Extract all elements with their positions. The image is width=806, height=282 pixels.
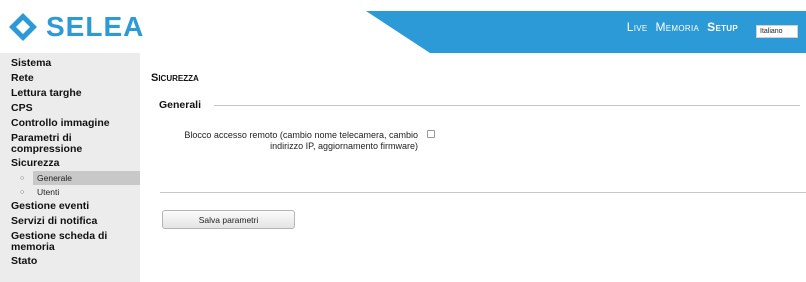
sidebar-item-cps[interactable]: CPS — [0, 101, 140, 116]
nav-memoria[interactable]: Memoria — [656, 20, 700, 34]
page-title: Sicurezza — [151, 72, 199, 84]
top-nav: Live Memoria Setup — [627, 20, 738, 34]
logo[interactable]: SELEA — [8, 10, 144, 44]
sidebar-item-rete[interactable]: Rete — [0, 71, 140, 86]
sidebar-item-sicurezza[interactable]: Sicurezza — [0, 156, 140, 171]
logo-text: SELEA — [46, 11, 145, 42]
sidebar-subitem-utenti[interactable]: ○ Utenti — [0, 185, 140, 199]
sidebar-item-parametri-compressione[interactable]: Parametri di compressione — [0, 131, 115, 156]
sidebar: Sistema Rete Lettura targhe CPS Controll… — [0, 53, 140, 282]
selea-diamond-logo-icon — [9, 13, 37, 41]
separator — [160, 192, 806, 193]
nav-setup[interactable]: Setup — [707, 20, 738, 34]
fieldset-divider — [214, 105, 800, 106]
language-select[interactable]: Italiano — [756, 25, 798, 38]
header: SELEA Live Memoria Setup Italiano — [0, 0, 806, 53]
sidebar-item-gestione-scheda-memoria[interactable]: Gestione scheda di memoria — [0, 229, 115, 254]
sidebar-item-controllo-immagine[interactable]: Controllo immagine — [0, 116, 140, 131]
header-band — [366, 11, 806, 53]
sidebar-subitem-label: Utenti — [37, 187, 60, 197]
main-content: Sicurezza Generali Blocco accesso remoto… — [148, 53, 806, 282]
sidebar-subitem-generale[interactable]: ○ Generale — [0, 171, 140, 185]
remote-lock-label: Blocco accesso remoto (cambio nome telec… — [184, 130, 418, 151]
bullet-icon: ○ — [20, 174, 25, 182]
sidebar-item-servizi-notifica[interactable]: Servizi di notifica — [0, 214, 140, 229]
sidebar-item-gestione-eventi[interactable]: Gestione eventi — [0, 199, 140, 214]
save-button[interactable]: Salva parametri — [162, 210, 295, 229]
sidebar-subitem-label: Generale — [33, 171, 140, 185]
bullet-icon: ○ — [20, 188, 25, 196]
sidebar-item-lettura-targhe[interactable]: Lettura targhe — [0, 86, 140, 101]
nav-live[interactable]: Live — [627, 20, 648, 34]
sidebar-item-stato[interactable]: Stato — [0, 254, 140, 269]
sidebar-item-sistema[interactable]: Sistema — [0, 56, 140, 71]
remote-lock-checkbox[interactable] — [427, 130, 435, 138]
section-legend: Generali — [159, 99, 206, 111]
